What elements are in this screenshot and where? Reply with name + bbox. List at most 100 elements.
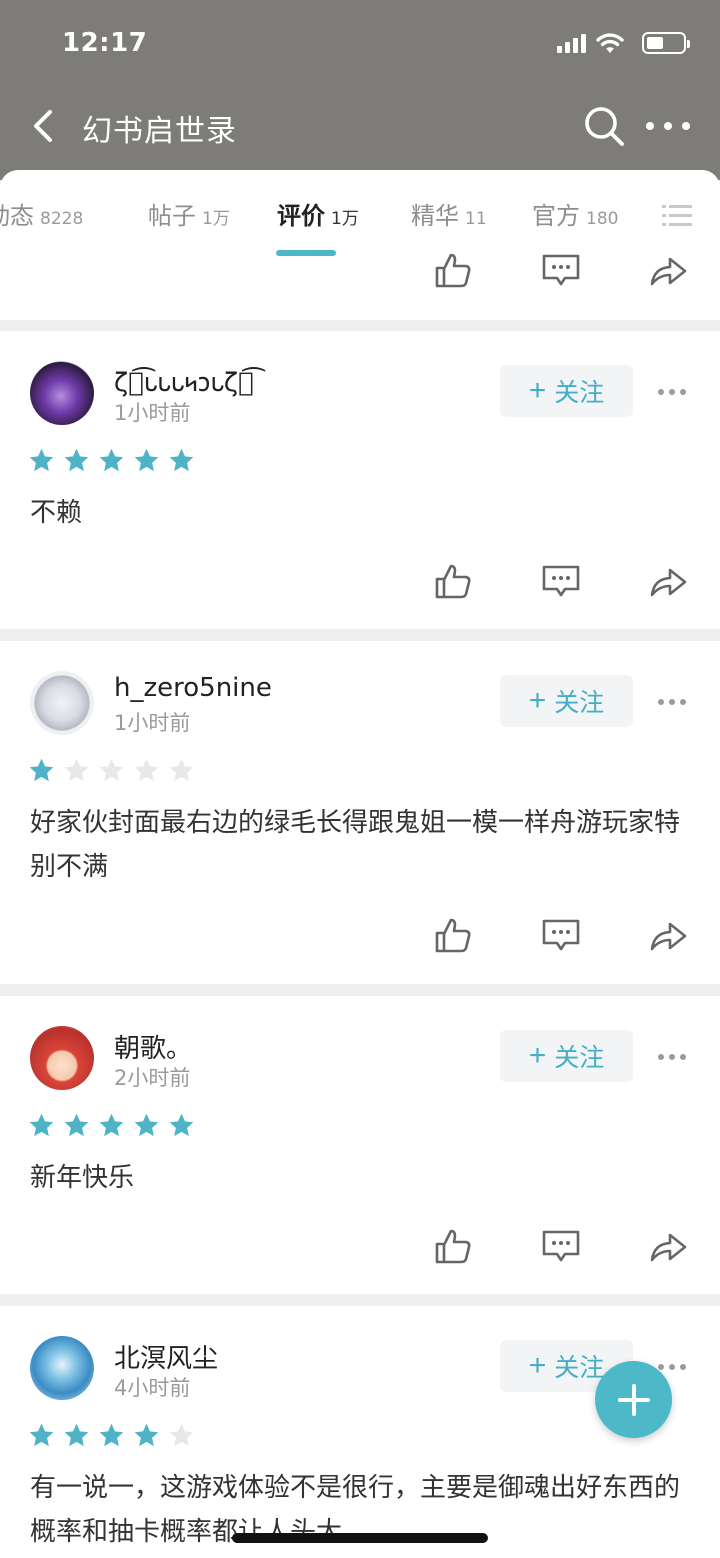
more-icon[interactable] [658,697,686,707]
follow-button[interactable]: + 关注 [500,675,633,727]
share-icon[interactable] [648,1226,688,1266]
search-icon[interactable] [582,104,626,148]
rating-stars [28,1422,195,1449]
comment-icon[interactable] [541,915,581,955]
star-empty-icon [134,758,159,782]
tab-label: 官方 [532,202,580,230]
tab-count: 1万 [331,209,359,229]
signal-icon [557,33,586,53]
page-title: 幻书启世录 [82,114,237,149]
star-filled-icon [29,1113,54,1137]
back-icon[interactable] [26,104,66,148]
star-filled-icon [134,1113,159,1137]
follow-button[interactable]: + 关注 [500,365,633,417]
create-fab-button[interactable] [595,1361,672,1438]
more-icon[interactable] [658,387,686,397]
plus-icon [617,1383,650,1416]
star-filled-icon [134,1423,159,1447]
star-empty-icon [99,758,124,782]
follow-label: 关注 [554,379,605,407]
review-text[interactable]: 好家伙封面最右边的绿毛长得跟鬼姐一模一样舟游玩家特别不满 [30,801,690,889]
avatar[interactable] [30,1026,94,1090]
username[interactable]: h_zero5nine [114,673,272,703]
review-text[interactable]: 新年快乐 [30,1156,690,1200]
wifi-icon [596,33,624,53]
follow-label: 关注 [554,1044,605,1072]
like-icon[interactable] [433,561,473,601]
share-icon[interactable] [648,915,688,955]
more-icon[interactable] [658,1362,686,1372]
share-icon[interactable] [648,561,688,601]
tab-reviews[interactable]: 评价 1万 [277,196,359,231]
tab-featured[interactable]: 精华 11 [411,196,487,231]
star-empty-icon [64,758,89,782]
star-filled-icon [29,758,54,782]
star-filled-icon [169,448,194,472]
tab-dynamic[interactable]: 动态 8228 [0,196,83,231]
plus-icon: + [528,374,547,407]
comment-icon[interactable] [541,561,581,601]
like-icon[interactable] [433,915,473,955]
tab-count: 8228 [40,209,84,229]
follow-label: 关注 [554,1354,605,1382]
avatar[interactable] [30,671,94,735]
review-card: h_zero5nine 1小时前 + 关注 好家伙封面最右边的绿毛长得跟鬼姐一模一… [0,641,720,984]
tab-posts[interactable]: 帖子 1万 [148,196,230,231]
tab-count: 180 [586,209,619,229]
share-icon[interactable] [648,250,688,290]
star-filled-icon [64,1113,89,1137]
battery-icon [642,32,690,54]
star-filled-icon [169,1113,194,1137]
star-filled-icon [134,448,159,472]
more-icon[interactable] [658,1052,686,1062]
plus-icon: + [528,684,547,717]
rating-stars [28,1112,195,1139]
post-time: 1小时前 [114,401,191,425]
tab-indicator [276,250,336,256]
username[interactable]: ζั͡𐑊𐑊𐑊𐑌𐑋𐑊ζั͡ [114,363,254,399]
like-icon[interactable] [433,1226,473,1266]
tab-count: 11 [465,209,487,229]
tab-official[interactable]: 官方 180 [532,196,618,231]
post-time: 2小时前 [114,1066,191,1090]
comment-icon[interactable] [541,250,581,290]
comment-icon[interactable] [541,1226,581,1266]
star-filled-icon [99,1423,124,1447]
rating-stars [28,757,195,784]
avatar[interactable] [30,1336,94,1400]
more-icon[interactable] [646,110,690,142]
review-card [0,253,720,320]
status-time: 12:17 [62,28,148,58]
plus-icon: + [528,1039,547,1072]
star-filled-icon [64,448,89,472]
plus-icon: + [528,1349,547,1382]
post-time: 1小时前 [114,711,191,735]
tab-label: 评价 [277,202,325,230]
tab-count: 1万 [202,209,230,229]
star-filled-icon [29,1423,54,1447]
star-empty-icon [169,1423,194,1447]
tab-label: 帖子 [148,202,196,230]
avatar[interactable] [30,361,94,425]
star-filled-icon [29,448,54,472]
status-icons [557,32,690,54]
tab-label: 动态 [0,202,34,230]
review-card: 朝歌。 2小时前 + 关注 新年快乐 [0,996,720,1294]
star-filled-icon [99,1113,124,1137]
username[interactable]: 朝歌。 [114,1028,192,1065]
header-bar: 12:17 幻书启世录 [0,0,720,180]
post-time: 4小时前 [114,1376,191,1400]
review-card: ζั͡𐑊𐑊𐑊𐑌𐑋𐑊ζั͡ 1小时前 + 关注 不赖 [0,331,720,629]
star-filled-icon [64,1423,89,1447]
tab-label: 精华 [411,202,459,230]
like-icon[interactable] [433,250,473,290]
username[interactable]: 北溟风尘 [114,1338,218,1375]
follow-button[interactable]: + 关注 [500,1030,633,1082]
star-filled-icon [99,448,124,472]
tab-bar: 动态 8228 帖子 1万 评价 1万 精华 11 官方 180 [0,170,720,258]
rating-stars [28,447,195,474]
list-icon[interactable] [662,204,692,228]
review-text[interactable]: 不赖 [30,491,690,535]
follow-label: 关注 [554,689,605,717]
home-indicator [232,1533,488,1543]
